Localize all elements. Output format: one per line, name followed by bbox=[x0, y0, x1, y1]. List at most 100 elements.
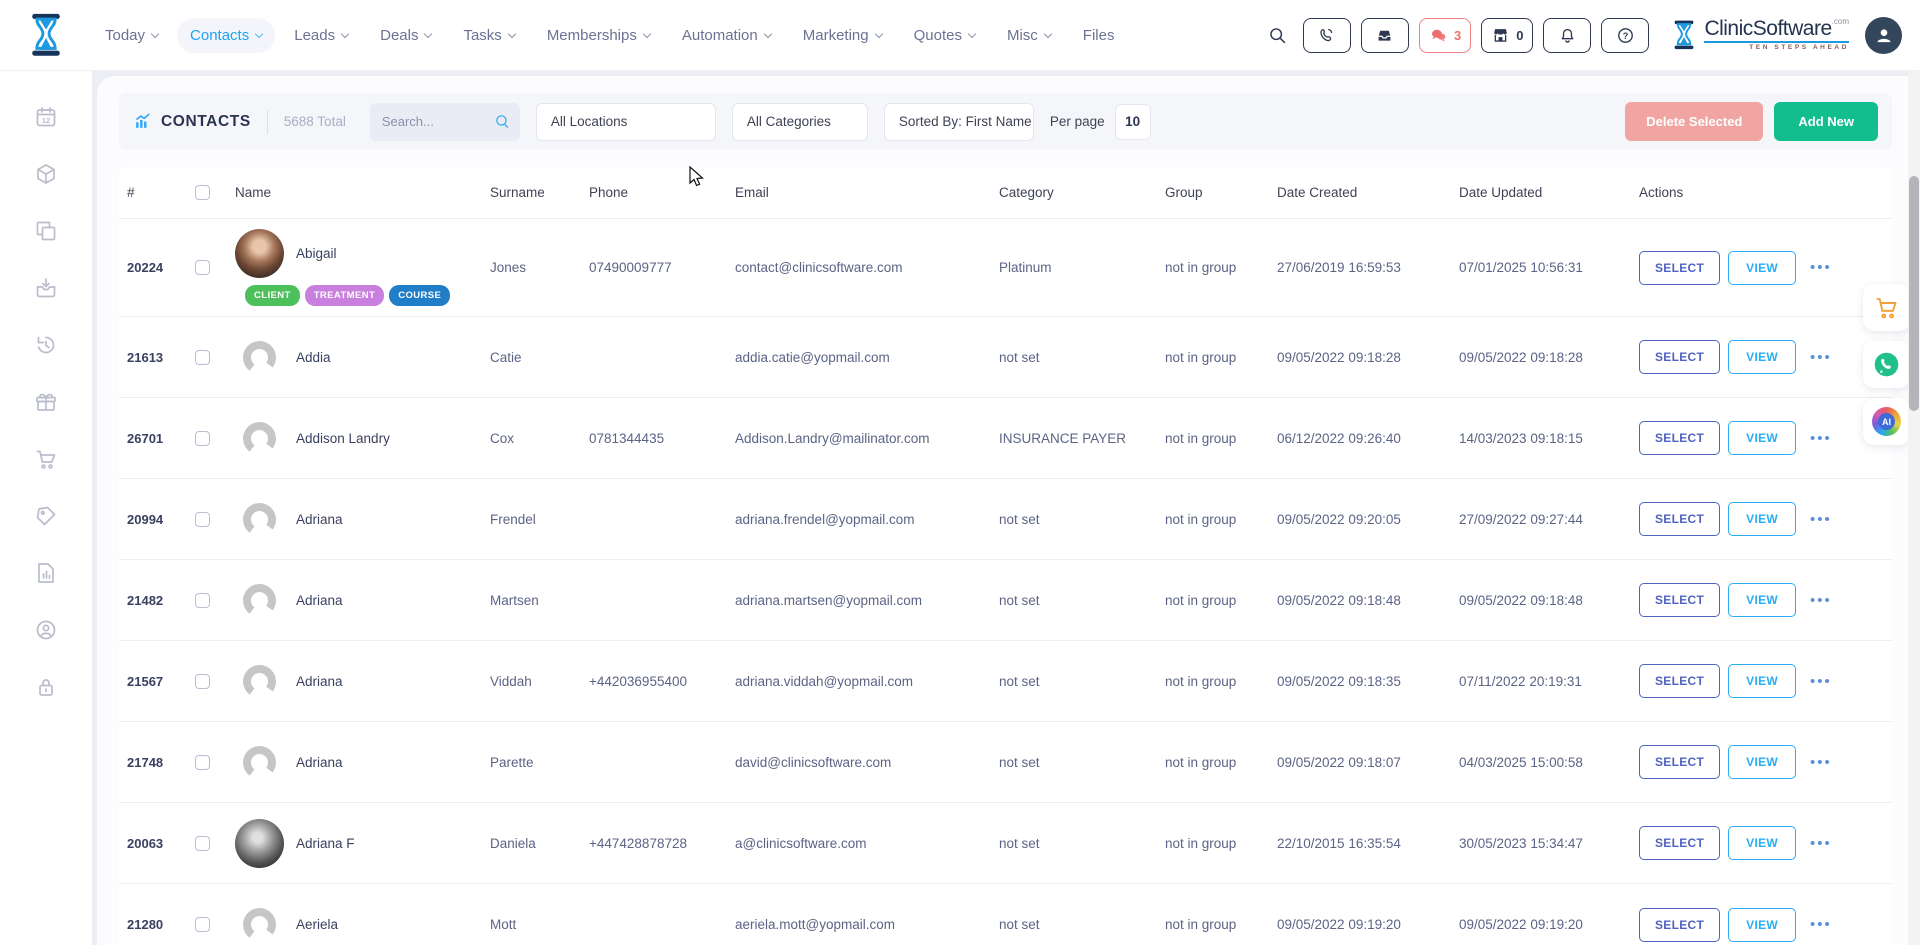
select-all-checkbox[interactable] bbox=[195, 185, 210, 200]
nav-item-contacts[interactable]: Contacts bbox=[177, 18, 275, 53]
delete-selected-button[interactable]: Delete Selected bbox=[1625, 102, 1763, 141]
avatar[interactable] bbox=[235, 414, 284, 463]
select-button[interactable]: SELECT bbox=[1639, 826, 1720, 860]
avatar[interactable] bbox=[235, 576, 284, 625]
nav-item-memberships[interactable]: Memberships bbox=[534, 18, 663, 53]
sidebar-package-icon[interactable] bbox=[34, 162, 58, 186]
floating-ai-button[interactable]: AI bbox=[1863, 398, 1910, 445]
nav-item-leads[interactable]: Leads bbox=[281, 18, 361, 53]
phone-button[interactable] bbox=[1303, 18, 1351, 53]
sidebar-tag-icon[interactable] bbox=[34, 504, 58, 528]
row-checkbox[interactable] bbox=[195, 350, 210, 365]
row-checkbox[interactable] bbox=[195, 755, 210, 770]
row-checkbox[interactable] bbox=[195, 512, 210, 527]
select-button[interactable]: SELECT bbox=[1639, 340, 1720, 374]
more-actions-icon[interactable]: ••• bbox=[1804, 912, 1838, 937]
add-new-button[interactable]: Add New bbox=[1774, 102, 1878, 141]
view-button[interactable]: VIEW bbox=[1728, 340, 1796, 374]
sidebar-report-icon[interactable] bbox=[34, 561, 58, 585]
row-checkbox[interactable] bbox=[195, 260, 210, 275]
more-actions-icon[interactable]: ••• bbox=[1804, 426, 1838, 451]
bell-button[interactable] bbox=[1543, 18, 1591, 53]
avatar[interactable] bbox=[235, 657, 284, 706]
avatar[interactable] bbox=[235, 495, 284, 544]
inbox-button[interactable] bbox=[1361, 18, 1409, 53]
more-actions-icon[interactable]: ••• bbox=[1804, 588, 1838, 613]
nav-item-tasks[interactable]: Tasks bbox=[450, 18, 527, 53]
user-avatar[interactable] bbox=[1865, 17, 1902, 54]
nav-item-marketing[interactable]: Marketing bbox=[790, 18, 895, 53]
nav-item-deals[interactable]: Deals bbox=[367, 18, 444, 53]
scrollbar-track[interactable] bbox=[1908, 71, 1920, 945]
sidebar-history-icon[interactable] bbox=[34, 333, 58, 357]
chat-button[interactable]: 3 bbox=[1419, 18, 1471, 53]
contact-name[interactable]: Adriana bbox=[296, 755, 343, 770]
contact-name[interactable]: Addia bbox=[296, 350, 331, 365]
per-page-value[interactable]: 10 bbox=[1115, 104, 1151, 140]
nav-item-automation[interactable]: Automation bbox=[669, 18, 784, 53]
badge-treatment[interactable]: TREATMENT bbox=[305, 285, 384, 306]
sidebar-gift-icon[interactable] bbox=[34, 390, 58, 414]
row-checkbox[interactable] bbox=[195, 836, 210, 851]
avatar[interactable] bbox=[235, 738, 284, 787]
view-button[interactable]: VIEW bbox=[1728, 583, 1796, 617]
scrollbar-thumb[interactable] bbox=[1909, 176, 1919, 411]
row-checkbox[interactable] bbox=[195, 674, 210, 689]
more-actions-icon[interactable]: ••• bbox=[1804, 669, 1838, 694]
row-checkbox[interactable] bbox=[195, 593, 210, 608]
help-button[interactable]: ? bbox=[1601, 18, 1649, 53]
badge-course[interactable]: COURSE bbox=[389, 285, 450, 306]
select-button[interactable]: SELECT bbox=[1639, 502, 1720, 536]
select-button[interactable]: SELECT bbox=[1639, 908, 1720, 942]
row-checkbox[interactable] bbox=[195, 431, 210, 446]
contact-name[interactable]: Adriana bbox=[296, 593, 343, 608]
avatar[interactable] bbox=[235, 900, 284, 945]
nav-item-files[interactable]: Files bbox=[1070, 18, 1128, 53]
search-icon[interactable] bbox=[1263, 20, 1293, 50]
contact-name[interactable]: Adriana bbox=[296, 512, 343, 527]
badge-client[interactable]: CLIENT bbox=[245, 285, 300, 306]
sidebar-copy-icon[interactable] bbox=[34, 219, 58, 243]
select-button[interactable]: SELECT bbox=[1639, 251, 1720, 285]
sidebar-lock-icon[interactable] bbox=[34, 675, 58, 699]
sort-select[interactable]: Sorted By: First Name bbox=[884, 103, 1034, 141]
select-button[interactable]: SELECT bbox=[1639, 664, 1720, 698]
search-icon[interactable] bbox=[494, 113, 511, 130]
more-actions-icon[interactable]: ••• bbox=[1804, 750, 1838, 775]
row-checkbox[interactable] bbox=[195, 917, 210, 932]
sidebar-calendar-import-icon[interactable] bbox=[34, 276, 58, 300]
sidebar-member-icon[interactable] bbox=[34, 618, 58, 642]
select-button[interactable]: SELECT bbox=[1639, 745, 1720, 779]
view-button[interactable]: VIEW bbox=[1728, 826, 1796, 860]
floating-cart-button[interactable] bbox=[1863, 284, 1910, 331]
floating-whatsapp-button[interactable] bbox=[1863, 341, 1910, 388]
avatar[interactable] bbox=[235, 229, 284, 278]
view-button[interactable]: VIEW bbox=[1728, 664, 1796, 698]
more-actions-icon[interactable]: ••• bbox=[1804, 345, 1838, 370]
nav-item-misc[interactable]: Misc bbox=[994, 18, 1064, 53]
contact-name[interactable]: Aeriela bbox=[296, 917, 338, 932]
more-actions-icon[interactable]: ••• bbox=[1804, 255, 1838, 280]
nav-item-today[interactable]: Today bbox=[92, 18, 171, 53]
more-actions-icon[interactable]: ••• bbox=[1804, 831, 1838, 856]
view-button[interactable]: VIEW bbox=[1728, 745, 1796, 779]
nav-item-quotes[interactable]: Quotes bbox=[901, 18, 988, 53]
avatar[interactable] bbox=[235, 819, 284, 868]
view-button[interactable]: VIEW bbox=[1728, 502, 1796, 536]
view-button[interactable]: VIEW bbox=[1728, 251, 1796, 285]
select-button[interactable]: SELECT bbox=[1639, 583, 1720, 617]
contact-name[interactable]: Abigail bbox=[296, 246, 337, 261]
contact-name[interactable]: Addison Landry bbox=[296, 431, 390, 446]
locations-select[interactable]: All Locations bbox=[536, 103, 716, 141]
view-button[interactable]: VIEW bbox=[1728, 421, 1796, 455]
select-button[interactable]: SELECT bbox=[1639, 421, 1720, 455]
app-logo[interactable] bbox=[0, 8, 92, 62]
contact-name[interactable]: Adriana bbox=[296, 674, 343, 689]
contact-name[interactable]: Adriana F bbox=[296, 836, 355, 851]
sidebar-cart-icon[interactable] bbox=[34, 447, 58, 471]
sidebar-calendar-icon[interactable]: 12 bbox=[34, 105, 58, 129]
shop-button[interactable]: 0 bbox=[1481, 18, 1533, 53]
categories-select[interactable]: All Categories bbox=[732, 103, 868, 141]
more-actions-icon[interactable]: ••• bbox=[1804, 507, 1838, 532]
avatar[interactable] bbox=[235, 333, 284, 382]
